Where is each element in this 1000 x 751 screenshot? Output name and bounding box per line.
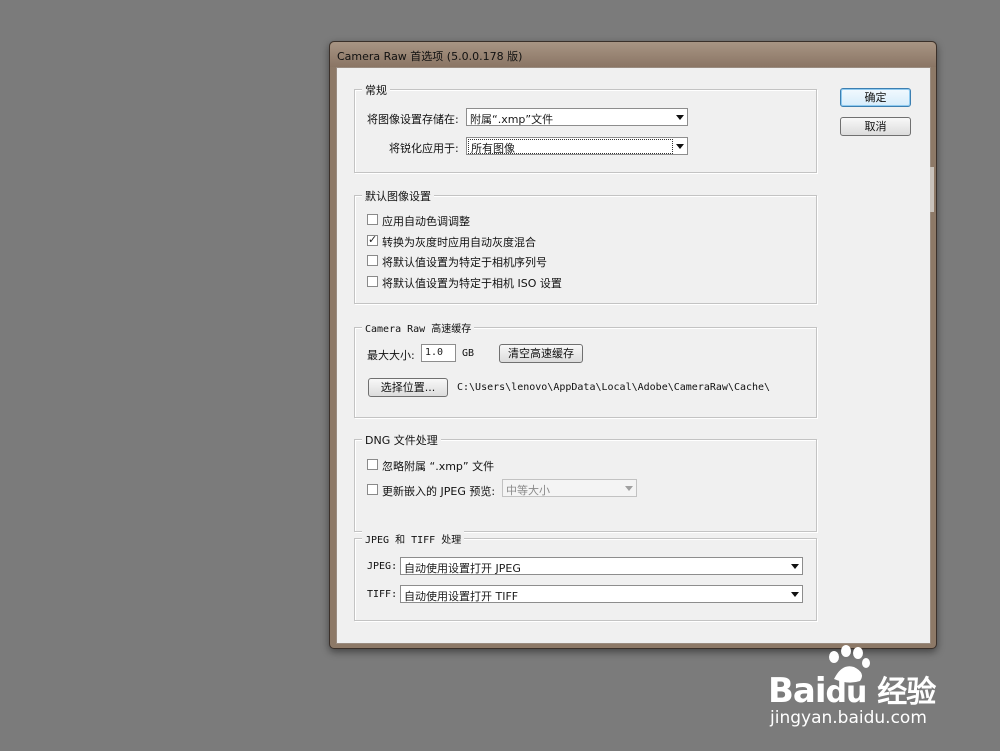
- update-preview-checkbox[interactable]: [367, 484, 378, 495]
- auto-grayscale-checkbox[interactable]: ✓: [367, 233, 378, 246]
- apply-sharpen-label: 将锐化应用于:: [389, 142, 459, 155]
- jpeg-handling-value: 自动使用设置打开 JPEG: [404, 562, 521, 575]
- apply-sharpen-select[interactable]: 所有图像: [466, 137, 688, 155]
- max-size-input[interactable]: 1.0: [421, 344, 456, 362]
- preview-size-value: 中等大小: [506, 484, 550, 497]
- size-unit-label: GB: [462, 348, 475, 359]
- update-preview-label: 更新嵌入的 JPEG 预览:: [382, 485, 496, 498]
- save-settings-value: 附属“.xmp”文件: [470, 113, 554, 126]
- dialog-title: Camera Raw 首选项 (5.0.0.178 版): [337, 50, 523, 63]
- chevron-down-icon: [676, 144, 684, 149]
- general-group-title: 常规: [362, 82, 390, 98]
- chevron-down-icon: [791, 592, 799, 597]
- cache-group: Camera Raw 高速缓存 最大大小: 1.0 GB 清空高速缓存 选择位置…: [354, 320, 817, 418]
- camera-raw-preferences-dialog: Camera Raw 首选项 (5.0.0.178 版) 确定 取消 常规 将图…: [329, 41, 937, 649]
- select-location-button[interactable]: 选择位置...: [368, 378, 448, 397]
- save-settings-label: 将图像设置存储在:: [367, 113, 459, 126]
- ignore-sidecar-label: 忽略附属 “.xmp” 文件: [382, 460, 495, 473]
- dng-group-title: DNG 文件处理: [362, 432, 441, 448]
- jpeg-tiff-group: JPEG 和 TIFF 处理 JPEG: 自动使用设置打开 JPEG TIFF:…: [354, 531, 817, 621]
- resize-edge: [930, 167, 934, 212]
- camera-serial-checkbox[interactable]: [367, 255, 378, 266]
- tiff-handling-value: 自动使用设置打开 TIFF: [404, 590, 519, 603]
- checkmark-icon: ✓: [368, 233, 378, 246]
- jpeg-handling-select[interactable]: 自动使用设置打开 JPEG: [400, 557, 803, 575]
- general-group: 常规 将图像设置存储在: 附属“.xmp”文件 将锐化应用于: 所有图像: [354, 82, 817, 173]
- dialog-content: 确定 取消 常规 将图像设置存储在: 附属“.xmp”文件 将锐化应用于: 所有…: [336, 67, 931, 644]
- apply-sharpen-value: 所有图像: [468, 139, 673, 155]
- purge-cache-button[interactable]: 清空高速缓存: [499, 344, 583, 363]
- cache-location-path: C:\Users\lenovo\AppData\Local\Adobe\Came…: [457, 382, 771, 393]
- tiff-handling-select[interactable]: 自动使用设置打开 TIFF: [400, 585, 803, 603]
- camera-iso-label: 将默认值设置为特定于相机 ISO 设置: [382, 277, 562, 290]
- chevron-down-icon: [625, 486, 633, 491]
- default-image-settings-group: 默认图像设置 应用自动色调调整 ✓ 转换为灰度时应用自动灰度混合 将默认值设置为…: [354, 188, 817, 304]
- chevron-down-icon: [676, 115, 684, 120]
- ok-button[interactable]: 确定: [840, 88, 911, 107]
- preview-size-select[interactable]: 中等大小: [502, 479, 637, 497]
- watermark-brand: Baidu 经验: [768, 671, 936, 711]
- tiff-label: TIFF:: [367, 589, 398, 600]
- baidu-jingyan-watermark: Baidu 经验 jingyan.baidu.com: [760, 645, 960, 735]
- camera-iso-checkbox[interactable]: [367, 276, 378, 287]
- ignore-sidecar-checkbox[interactable]: [367, 459, 378, 470]
- save-settings-select[interactable]: 附属“.xmp”文件: [466, 108, 688, 126]
- camera-serial-label: 将默认值设置为特定于相机序列号: [382, 256, 547, 269]
- default-image-settings-title: 默认图像设置: [362, 188, 434, 204]
- jpeg-label: JPEG:: [367, 561, 398, 572]
- max-size-label: 最大大小:: [367, 349, 415, 362]
- auto-tone-checkbox[interactable]: [367, 214, 378, 225]
- cache-group-title: Camera Raw 高速缓存: [362, 320, 475, 335]
- auto-tone-label: 应用自动色调调整: [382, 215, 470, 228]
- chevron-down-icon: [791, 564, 799, 569]
- auto-grayscale-label: 转换为灰度时应用自动灰度混合: [382, 236, 536, 249]
- dng-group: DNG 文件处理 忽略附属 “.xmp” 文件 更新嵌入的 JPEG 预览: 中…: [354, 432, 817, 532]
- cancel-button[interactable]: 取消: [840, 117, 911, 136]
- watermark-url: jingyan.baidu.com: [770, 708, 927, 728]
- jpeg-tiff-group-title: JPEG 和 TIFF 处理: [362, 531, 465, 546]
- title-bar[interactable]: Camera Raw 首选项 (5.0.0.178 版): [330, 42, 936, 67]
